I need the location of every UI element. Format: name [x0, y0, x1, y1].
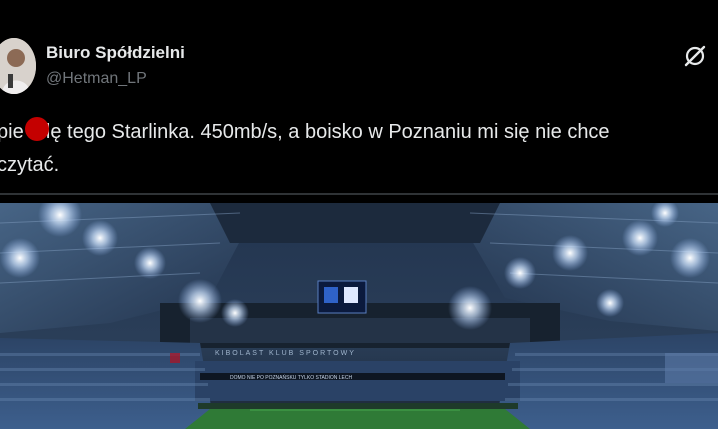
ad-board-text: DOMO NIE PO POZNAŃSKU TYLKO STADION LECH: [230, 374, 352, 381]
stadium-banner-text: KIBOLAST KLUB SPORTOWY: [215, 350, 356, 357]
red-dot-overlay: [25, 117, 49, 141]
tweet-text-line-2: czytać.: [0, 154, 60, 176]
author-handle[interactable]: @Hetman_LP: [46, 70, 147, 88]
tweet-text: pie olę tego Starlinka. 450mb/s, a boisk…: [0, 116, 718, 182]
avatar[interactable]: [0, 38, 36, 94]
author-display-name[interactable]: Biuro Spółdzielni: [46, 43, 185, 63]
tweet-text-line-1: pie olę tego Starlinka. 450mb/s, a boisk…: [0, 121, 610, 143]
grok-icon[interactable]: [683, 44, 707, 68]
stadium-photo[interactable]: KIBOLAST KLUB SPORTOWY DOMO NIE PO POZNA…: [0, 203, 718, 429]
divider: [0, 193, 718, 195]
